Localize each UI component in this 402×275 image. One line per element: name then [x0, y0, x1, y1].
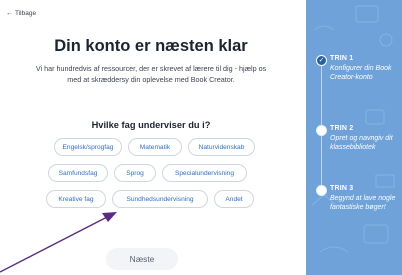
- subjects-question: Hvilke fag underviser du i?: [91, 120, 211, 130]
- step-2-description: Opret og navngiv dit klassebibliotek: [330, 135, 393, 151]
- step-2-label: TRIN 2: [330, 125, 354, 132]
- subject-chip-andet[interactable]: Andet: [214, 190, 254, 208]
- step-2-indicator: [316, 125, 327, 136]
- step-1-description: Konfigurer din Book Creator-konto: [330, 65, 392, 81]
- page-title: Din konto er næsten klar: [54, 37, 248, 55]
- intro-text: Vi har hundredvis af ressourcer, der er …: [35, 64, 267, 84]
- subject-chip-naturvidenskab[interactable]: Naturvidenskab: [188, 138, 255, 156]
- step-3-indicator: [316, 185, 327, 196]
- subject-chip-samfundsfag[interactable]: Samfundsfag: [48, 164, 108, 182]
- arrow-left-icon: ←: [6, 10, 13, 17]
- back-link[interactable]: ← Tilbage: [6, 10, 36, 17]
- back-link-label: Tilbage: [15, 10, 37, 17]
- next-button[interactable]: Næste: [106, 248, 178, 270]
- subject-chip-sprog[interactable]: Sprog: [114, 164, 156, 182]
- subject-chip-specialundervisning[interactable]: Specialundervisning: [162, 164, 247, 182]
- step-3-label: TRIN 3: [330, 185, 354, 192]
- steps-sidebar: ✓ TRIN 1 Konfigurer din Book Creator-kon…: [306, 0, 402, 275]
- subject-chip-engelsk-sprogfag[interactable]: Engelsk/sprogfag: [54, 138, 122, 156]
- step-3-description: Begynd at lave nogle fantastiske bøger!: [330, 195, 396, 211]
- subject-chip-sundhedsundervisning[interactable]: Sundhedsundervisning: [112, 190, 208, 208]
- step-1-label: TRIN 1: [330, 55, 354, 62]
- subject-chip-matematik[interactable]: Matematik: [128, 138, 182, 156]
- check-icon: ✓: [316, 55, 327, 66]
- subject-chip-kreative-fag[interactable]: Kreative fag: [46, 190, 106, 208]
